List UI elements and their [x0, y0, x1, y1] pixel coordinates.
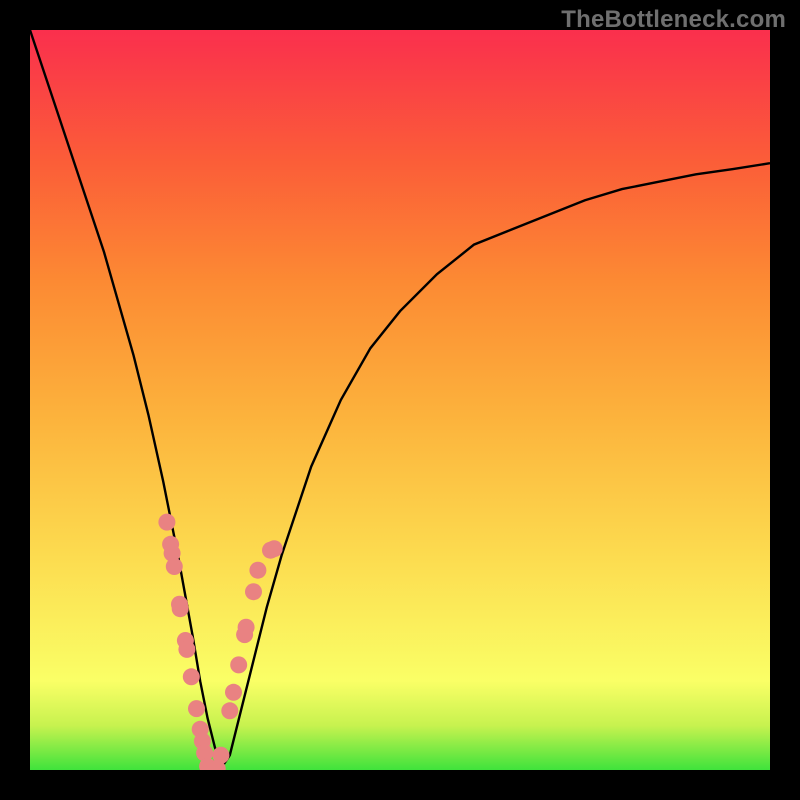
- bottleneck-curve: [30, 30, 770, 766]
- marker-dot: [221, 702, 238, 719]
- marker-dot: [230, 656, 247, 673]
- marker-dot: [225, 684, 242, 701]
- marker-dot: [245, 583, 262, 600]
- marker-dot: [212, 747, 229, 764]
- marker-dot: [183, 668, 200, 685]
- marker-dot: [238, 619, 255, 636]
- curve-layer: [30, 30, 770, 770]
- marker-dot: [249, 562, 266, 579]
- marker-dot: [172, 600, 189, 617]
- watermark-label: TheBottleneck.com: [561, 6, 786, 34]
- marker-dot: [178, 641, 195, 658]
- marker-dot: [166, 558, 183, 575]
- marker-dots: [158, 514, 282, 770]
- marker-dot: [158, 514, 175, 531]
- chart-frame: TheBottleneck.com: [0, 0, 800, 800]
- plot-area: [30, 30, 770, 770]
- marker-dot: [188, 700, 205, 717]
- marker-dot: [266, 540, 283, 557]
